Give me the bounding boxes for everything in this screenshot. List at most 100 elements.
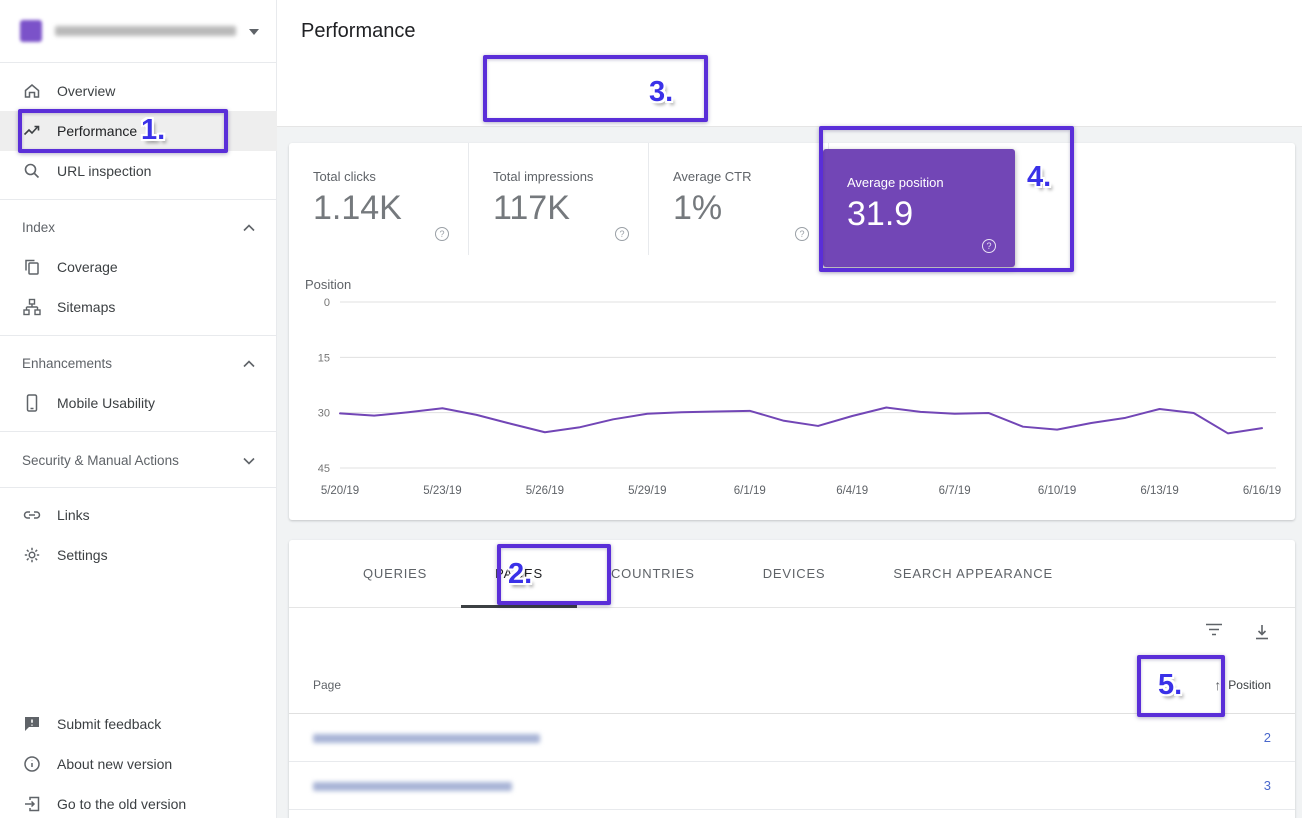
metric-average-ctr[interactable]: Average CTR 1% ?	[649, 143, 829, 255]
mobile-icon	[22, 393, 42, 413]
chevron-down-icon	[249, 22, 259, 40]
metric-value: 31.9	[847, 195, 913, 234]
download-icon[interactable]	[1253, 623, 1271, 641]
tab-search-appearance[interactable]: SEARCH APPEARANCE	[859, 540, 1087, 607]
property-selector[interactable]	[0, 0, 277, 63]
tab-label: COUNTRIES	[611, 566, 695, 581]
property-name-redacted	[55, 26, 236, 36]
sidebar-item-label: Mobile Usability	[57, 395, 155, 411]
tab-countries[interactable]: COUNTRIES	[577, 540, 729, 607]
exit-icon	[22, 794, 42, 814]
group-label-text: Enhancements	[22, 356, 112, 371]
sidebar-item-url-inspection[interactable]: URL inspection	[0, 151, 277, 191]
svg-text:0: 0	[324, 297, 330, 309]
main-header: Performance	[277, 0, 1302, 63]
svg-text:6/1/19: 6/1/19	[734, 485, 766, 497]
sidebar-item-settings[interactable]: Settings	[0, 535, 277, 575]
coverage-icon	[22, 257, 42, 277]
metric-label: Average CTR	[673, 169, 752, 184]
group-label-text: Index	[22, 220, 55, 235]
sidebar-item-performance[interactable]: Performance	[0, 111, 277, 151]
help-icon[interactable]: ?	[794, 226, 810, 242]
svg-text:15: 15	[318, 352, 330, 364]
help-icon[interactable]: ?	[614, 226, 630, 242]
sidebar-item-label: Submit feedback	[57, 716, 161, 732]
sidebar-item-label: Go to the old version	[57, 796, 186, 812]
sidebar-item-links[interactable]: Links	[0, 495, 277, 535]
tab-label: QUERIES	[363, 566, 427, 581]
tab-devices[interactable]: DEVICES	[729, 540, 860, 607]
svg-text:?: ?	[799, 229, 804, 239]
metric-label: Average position	[847, 175, 944, 190]
position-value: 3	[1264, 762, 1271, 810]
sidebar-item-overview[interactable]: Overview	[0, 71, 277, 111]
svg-text:6/13/19: 6/13/19	[1140, 485, 1178, 497]
table-row[interactable]: 3	[289, 762, 1295, 810]
sidebar: Overview Performance URL inspection Inde…	[0, 0, 277, 818]
metric-label: Total impressions	[493, 169, 593, 184]
links-icon	[22, 505, 42, 525]
svg-text:5/29/19: 5/29/19	[628, 485, 666, 497]
help-icon[interactable]: ?	[981, 238, 997, 254]
divider	[0, 487, 276, 488]
svg-text:6/4/19: 6/4/19	[836, 485, 868, 497]
svg-text:5/26/19: 5/26/19	[526, 485, 564, 497]
search-icon	[22, 161, 42, 181]
position-line-chart: 0 15 30 45 5/20/19 5/23/19 5/26/19 5/29/19 6/1/1…	[289, 280, 1295, 508]
metric-average-position[interactable]: Average position 31.9 ?	[823, 149, 1015, 267]
dimensions-table-card: QUERIES PAGES COUNTRIES DEVICES SEARCH A…	[289, 540, 1295, 818]
metric-total-clicks[interactable]: Total clicks 1.14K ?	[289, 143, 469, 255]
chevron-up-icon	[243, 220, 255, 235]
performance-icon	[22, 121, 42, 141]
divider	[0, 431, 276, 432]
filter-bar: Search type: Web Date: Last 28 days NEW …	[277, 63, 1302, 127]
content-area: Total clicks 1.14K ? Total impressions 1…	[277, 127, 1302, 818]
sidebar-group-enhancements[interactable]: Enhancements	[0, 343, 277, 383]
sidebar-group-index[interactable]: Index	[0, 207, 277, 247]
column-header-position[interactable]: ↑ Position	[1214, 656, 1271, 714]
sidebar-item-label: Links	[57, 507, 90, 523]
column-header-page[interactable]: Page	[313, 656, 341, 714]
feedback-icon	[22, 714, 42, 734]
divider	[0, 335, 276, 336]
tab-queries[interactable]: QUERIES	[329, 540, 461, 607]
svg-text:5/20/19: 5/20/19	[321, 485, 359, 497]
performance-summary-card: Total clicks 1.14K ? Total impressions 1…	[289, 143, 1295, 520]
tab-label: SEARCH APPEARANCE	[893, 566, 1053, 581]
sidebar-group-security-manual-actions[interactable]: Security & Manual Actions	[0, 440, 277, 480]
svg-text:30: 30	[318, 408, 330, 420]
table-filter-icon[interactable]	[1205, 623, 1223, 641]
sidebar-item-about-new-version[interactable]: About new version	[0, 744, 277, 784]
tab-pages[interactable]: PAGES	[461, 540, 577, 607]
sidebar-item-mobile-usability[interactable]: Mobile Usability	[0, 383, 277, 423]
metric-total-impressions[interactable]: Total impressions 117K ?	[469, 143, 649, 255]
svg-text:5/23/19: 5/23/19	[423, 485, 461, 497]
sort-ascending-icon: ↑	[1214, 677, 1221, 693]
chevron-down-icon	[243, 453, 255, 468]
metric-value: 1.14K	[313, 189, 402, 228]
sitemaps-icon	[22, 297, 42, 317]
dimension-tabs: QUERIES PAGES COUNTRIES DEVICES SEARCH A…	[289, 540, 1295, 608]
tab-label: DEVICES	[763, 566, 826, 581]
home-icon	[22, 81, 42, 101]
sidebar-item-submit-feedback[interactable]: Submit feedback	[0, 704, 277, 744]
sidebar-item-sitemaps[interactable]: Sitemaps	[0, 287, 277, 327]
svg-text:45: 45	[318, 463, 330, 475]
sidebar-item-go-to-old-version[interactable]: Go to the old version	[0, 784, 277, 818]
help-icon[interactable]: ?	[434, 226, 450, 242]
page-url-redacted	[313, 734, 540, 743]
metric-label: Total clicks	[313, 169, 376, 184]
sidebar-item-coverage[interactable]: Coverage	[0, 247, 277, 287]
sidebar-item-label: Overview	[57, 83, 115, 99]
info-icon	[22, 754, 42, 774]
sidebar-item-label: About new version	[57, 756, 172, 772]
sidebar-item-label: Coverage	[57, 259, 118, 275]
svg-text:6/16/19: 6/16/19	[1243, 485, 1281, 497]
table-row[interactable]: 2	[289, 714, 1295, 762]
svg-text:?: ?	[986, 241, 991, 251]
svg-text:6/10/19: 6/10/19	[1038, 485, 1076, 497]
gear-icon	[22, 545, 42, 565]
tab-label: PAGES	[495, 566, 543, 581]
group-label-text: Security & Manual Actions	[22, 453, 179, 468]
page-title: Performance	[301, 0, 416, 63]
